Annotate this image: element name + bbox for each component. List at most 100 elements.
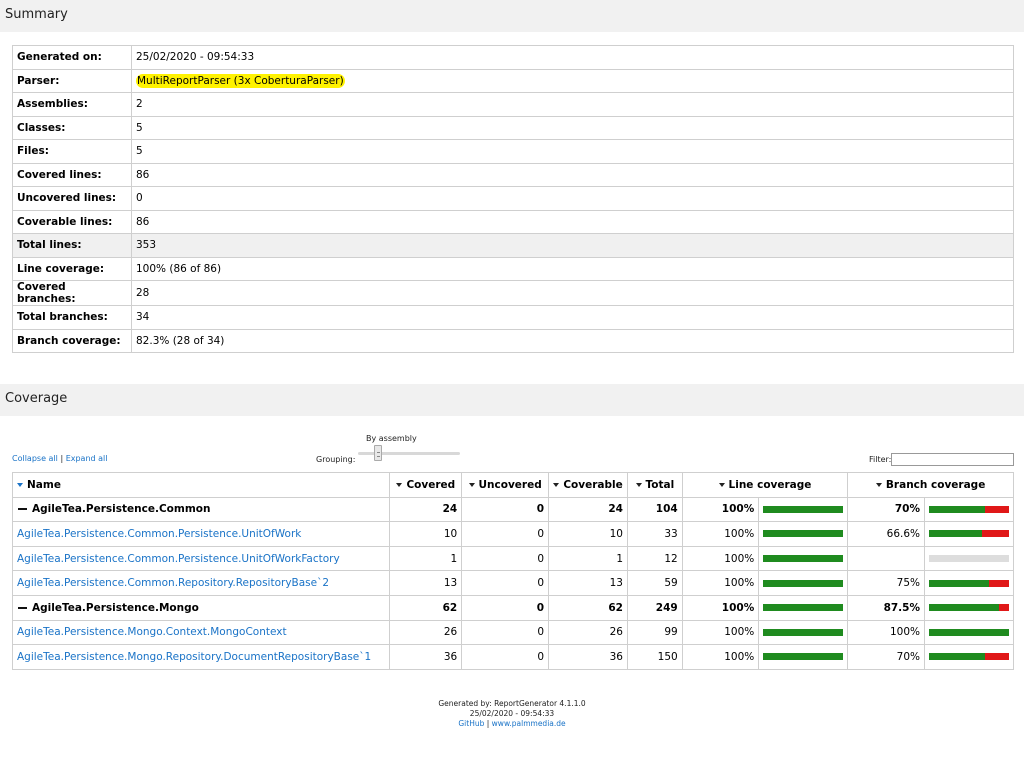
- line-coverage-bar: [763, 604, 844, 612]
- line-coverage-bar-cell: [758, 644, 849, 670]
- covered-segment: [929, 653, 985, 661]
- class-row: AgileTea.Persistence.Common.Persistence.…: [11, 545, 1014, 572]
- row-name: AgileTea.Persistence.Mongo: [11, 594, 391, 621]
- line-coverage-percent: 100%: [681, 545, 760, 572]
- line-coverage-percent: 100%: [681, 521, 760, 547]
- line-coverage-bar-cell: [758, 545, 849, 572]
- summary-value: 0: [131, 186, 1014, 211]
- branch-coverage-percent: 70%: [847, 644, 925, 670]
- collapse-icon[interactable]: [18, 508, 27, 511]
- assembly-name[interactable]: AgileTea.Persistence.Common: [32, 503, 210, 515]
- summary-value: 5: [131, 115, 1014, 140]
- branch-coverage-percent: [847, 545, 925, 572]
- class-row: AgileTea.Persistence.Common.Persistence.…: [11, 521, 1014, 547]
- summary-value: 86: [131, 209, 1014, 234]
- summary-value: 86: [131, 162, 1014, 187]
- footer-date: 25/02/2020 - 09:54:33: [469, 709, 555, 718]
- summary-row: Covered branches: 28: [12, 280, 1014, 306]
- summary-row: Classes: 5: [12, 115, 1014, 140]
- row-name: AgileTea.Persistence.Common.Persistence.…: [11, 545, 391, 572]
- summary-key: Total lines:: [12, 233, 132, 258]
- covered-segment: [929, 579, 989, 587]
- summary-row: Parser: MultiReportParser (3x CoberturaPa…: [12, 68, 1014, 93]
- grouping-slider-handle[interactable]: [374, 445, 382, 461]
- expand-all-link[interactable]: Expand all: [66, 454, 108, 463]
- line-coverage-bar: [763, 579, 844, 587]
- branch-coverage-bar: [929, 653, 1009, 661]
- sort-arrow-icon: [718, 482, 725, 487]
- covered-count: 62: [389, 594, 463, 621]
- class-link[interactable]: AgileTea.Persistence.Common.Persistence.…: [17, 553, 340, 565]
- summary-row: Assemblies: 2: [12, 92, 1014, 117]
- class-link[interactable]: AgileTea.Persistence.Mongo.Context.Mongo…: [17, 626, 287, 638]
- branch-coverage-bar: [929, 555, 1009, 563]
- summary-value: 5: [131, 139, 1014, 164]
- covered-count: 1: [389, 545, 463, 572]
- footer: Generated by: ReportGenerator 4.1.1.0 25…: [0, 699, 1024, 729]
- line-coverage-percent: 100%: [681, 594, 760, 621]
- column-header-total[interactable]: Total: [627, 472, 683, 498]
- collapse-expand-controls: Collapse all | Expand all: [12, 454, 108, 463]
- branch-coverage-bar: [929, 530, 1009, 538]
- column-header-covered[interactable]: Covered: [389, 472, 463, 498]
- uncovered-count: 0: [461, 545, 550, 572]
- sort-arrow-icon: [875, 482, 882, 487]
- coverable-count: 1: [548, 545, 628, 572]
- uncovered-count: 0: [461, 594, 550, 621]
- column-header-branch-coverage[interactable]: Branch coverage: [847, 472, 1014, 498]
- controls-separator: |: [60, 454, 64, 463]
- column-header-name[interactable]: Name: [11, 472, 391, 498]
- total-count: 104: [627, 496, 683, 523]
- line-coverage-percent: 100%: [681, 644, 760, 670]
- branch-coverage-bar-cell: [924, 619, 1014, 646]
- filter-input[interactable]: [891, 453, 1014, 466]
- line-coverage-bar: [763, 555, 844, 563]
- total-count: 99: [627, 619, 683, 646]
- class-link[interactable]: AgileTea.Persistence.Common.Repository.R…: [17, 577, 329, 589]
- palmmedia-link[interactable]: www.palmmedia.de: [492, 719, 566, 728]
- row-name: AgileTea.Persistence.Mongo.Repository.Do…: [11, 644, 391, 670]
- covered-segment: [763, 530, 844, 538]
- line-coverage-bar-cell: [758, 570, 849, 596]
- line-coverage-bar: [763, 653, 844, 661]
- summary-key: Line coverage:: [12, 256, 132, 281]
- summary-value: 25/02/2020 - 09:54:33: [131, 45, 1014, 70]
- collapse-all-link[interactable]: Collapse all: [12, 454, 58, 463]
- branch-coverage-percent: 66.6%: [847, 521, 925, 547]
- class-row: AgileTea.Persistence.Mongo.Context.Mongo…: [11, 619, 1014, 646]
- uncovered-count: 0: [461, 619, 550, 646]
- github-link[interactable]: GitHub: [458, 719, 484, 728]
- branch-coverage-bar-cell: [924, 545, 1014, 572]
- assembly-name[interactable]: AgileTea.Persistence.Mongo: [32, 602, 199, 614]
- column-header-line-coverage[interactable]: Line coverage: [681, 472, 849, 498]
- covered-segment: [929, 530, 983, 538]
- covered-count: 10: [389, 521, 463, 547]
- filter-label: Filter:: [869, 455, 892, 464]
- covered-segment: [763, 555, 844, 563]
- branch-coverage-bar-cell: [924, 496, 1014, 523]
- parser-value-highlight: MultiReportParser (3x CoberturaParser): [136, 73, 345, 88]
- covered-segment: [763, 628, 844, 636]
- class-row: AgileTea.Persistence.Mongo.Repository.Do…: [11, 644, 1014, 670]
- covered-count: 13: [389, 570, 463, 596]
- branch-coverage-bar-cell: [924, 521, 1014, 547]
- sort-arrow-icon: [635, 482, 642, 487]
- collapse-icon[interactable]: [18, 606, 27, 609]
- class-link[interactable]: AgileTea.Persistence.Mongo.Repository.Do…: [17, 651, 371, 663]
- row-name: AgileTea.Persistence.Common.Persistence.…: [11, 521, 391, 547]
- summary-row: Total branches: 34: [12, 305, 1014, 330]
- branch-coverage-percent: 100%: [847, 619, 925, 646]
- class-link[interactable]: AgileTea.Persistence.Common.Persistence.…: [17, 528, 301, 540]
- covered-segment: [929, 604, 999, 612]
- line-coverage-percent: 100%: [681, 619, 760, 646]
- uncovered-segment: [989, 579, 1009, 587]
- covered-segment: [763, 604, 844, 612]
- assembly-row: AgileTea.Persistence.Common 24 0 24 104 100% 7…: [11, 496, 1014, 523]
- coverable-count: 10: [548, 521, 628, 547]
- column-header-coverable[interactable]: Coverable: [548, 472, 628, 498]
- grouping-value: By assembly: [366, 434, 417, 443]
- summary-key: Parser:: [12, 68, 132, 93]
- summary-value: 353: [131, 233, 1014, 258]
- column-header-uncovered[interactable]: Uncovered: [461, 472, 550, 498]
- summary-value: 82.3% (28 of 34): [131, 328, 1014, 353]
